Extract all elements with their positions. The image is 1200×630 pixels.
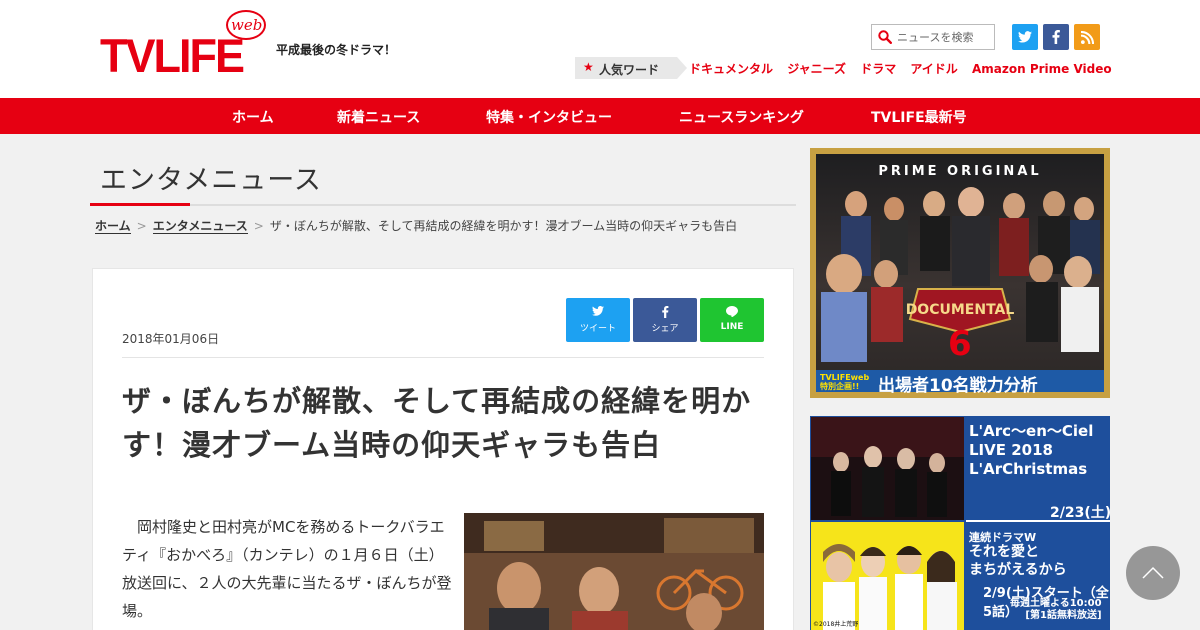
rss-link[interactable]	[1074, 24, 1100, 50]
breadcrumb-home[interactable]: ホーム	[95, 219, 131, 234]
breadcrumb-current: ザ・ぼんちが解散、そして再結成の経緯を明かす！漫才ブーム当時の仰天ギャラも告白	[269, 219, 738, 233]
popular-word-link[interactable]: アイドル	[910, 62, 957, 76]
banner-inner: DOCUMENTAL PRIME ORIGINAL 6 TVLIFEweb 特別…	[816, 154, 1104, 396]
banner-larc-photo	[811, 417, 964, 520]
banner-text-line: LIVE 2018	[969, 441, 1053, 459]
search-input[interactable]	[897, 28, 992, 46]
banner-season-number: 6	[948, 324, 972, 364]
banner-text-line: それを愛と	[969, 544, 1039, 560]
share-twitter-button[interactable]: ツイート	[566, 298, 630, 342]
global-nav: ホーム 新着ニュース 特集・インタビュー ニュースランキング TVLIFE最新号	[0, 98, 1200, 134]
banner-caption-strip: TVLIFEweb 特別企画!! 出場者10名戦力分析	[816, 370, 1104, 396]
back-to-top-button[interactable]	[1126, 546, 1180, 600]
section-divider-accent	[90, 203, 190, 206]
sidebar-banner-documental[interactable]: DOCUMENTAL PRIME ORIGINAL 6 TVLIFEweb 特別…	[810, 148, 1110, 398]
chevron-up-icon	[1142, 566, 1164, 579]
banner-divider	[966, 520, 1110, 522]
site-logo[interactable]: TVLIFE web	[100, 10, 270, 82]
banner-text-line: [第1話無料放送]	[1025, 610, 1102, 621]
twitter-link[interactable]	[1012, 24, 1038, 50]
popular-word-link[interactable]: ドキュメンタル	[689, 62, 773, 76]
site-tagline: 平成最後の冬ドラマ！	[276, 43, 397, 57]
share-facebook-label: シェア	[651, 324, 679, 334]
banner-drama-photo	[811, 522, 964, 630]
article-date: 2018年01月06日	[122, 332, 220, 346]
banner-small-text: TVLIFEweb 特別企画!!	[820, 373, 870, 391]
svg-text:DOCUMENTAL: DOCUMENTAL	[906, 302, 1015, 318]
banner-drama-schedule: 毎週土曜よる10:00 [第1話無料放送]	[1010, 598, 1102, 622]
popular-words-label: ★ 人気ワード	[575, 57, 687, 79]
share-facebook-button[interactable]: シェア	[633, 298, 697, 342]
nav-item-latest-issue[interactable]: TVLIFE最新号	[871, 107, 967, 127]
article-body: 岡村隆史と田村亮がMCを務めるトークバラエティ『おかべろ』（カンテレ）の１月６日…	[122, 518, 452, 620]
site-header: TVLIFE web 平成最後の冬ドラマ！ ★ 人気ワード ドキュメンタル ジャ…	[0, 0, 1200, 98]
drama-photo-illustration	[811, 522, 964, 630]
share-line-button[interactable]: LINE	[700, 298, 764, 342]
facebook-icon	[1052, 30, 1060, 44]
popular-words-list: ドキュメンタル ジャニーズ ドラマ アイドル Amazon Prime Vide…	[689, 60, 1122, 77]
share-twitter-label: ツイート	[579, 324, 616, 334]
article-photo	[464, 513, 764, 630]
section-divider	[90, 204, 796, 206]
facebook-icon	[662, 306, 669, 318]
popular-word-link[interactable]: Amazon Prime Video	[972, 62, 1112, 76]
nav-item-features[interactable]: 特集・インタビュー	[486, 107, 612, 127]
banner-prime-original: PRIME ORIGINAL	[878, 164, 1042, 179]
banner-text-line: 毎週土曜よる10:00	[1010, 598, 1102, 609]
search-box[interactable]	[871, 24, 995, 50]
rss-icon	[1080, 30, 1094, 44]
banner-drama-title: それを愛と まちがえるから	[969, 543, 1067, 579]
larc-photo-illustration	[811, 417, 964, 520]
sidebar-banner-wowow[interactable]: L'Arc〜en〜Ciel LIVE 2018 L'ArChristmas 2/…	[810, 416, 1110, 630]
star-icon: ★	[583, 60, 594, 74]
section-title: エンタメニュース	[100, 165, 322, 196]
article-photo-scene	[464, 513, 764, 630]
banner-larc-title: L'Arc〜en〜Ciel LIVE 2018 L'ArChristmas	[969, 422, 1093, 479]
banner-big-text: 出場者10名戦力分析	[878, 376, 1038, 396]
breadcrumb-category[interactable]: エンタメニュース	[152, 219, 248, 234]
breadcrumb-separator: >	[253, 219, 264, 233]
twitter-icon	[592, 306, 604, 316]
facebook-link[interactable]	[1043, 24, 1069, 50]
banner-text-line: まちがえるから	[969, 562, 1067, 578]
popular-word-link[interactable]: ドラマ	[860, 62, 896, 76]
article-card: 2018年01月06日 ツイート シェア LINE ザ・ぼんちが解散、そして再結…	[92, 268, 794, 630]
logo-web-text: web	[231, 16, 263, 34]
nav-item-home[interactable]: ホーム	[232, 107, 274, 127]
popular-word-link[interactable]: ジャニーズ	[787, 62, 846, 76]
share-line-label: LINE	[720, 322, 744, 332]
breadcrumb: ホーム > エンタメニュース > ザ・ぼんちが解散、そして再結成の経緯を明かす！漫才ブー…	[95, 217, 737, 234]
banner-text-line: L'ArChristmas	[969, 460, 1088, 478]
breadcrumb-separator: >	[136, 219, 147, 233]
nav-item-ranking[interactable]: ニュースランキング	[679, 107, 804, 127]
article-headline: ザ・ぼんちが解散、そして再結成の経緯を明かす！漫才ブーム当時の仰天ギャラも告白	[122, 384, 752, 462]
article-divider	[122, 357, 764, 358]
nav-item-new-news[interactable]: 新着ニュース	[337, 107, 420, 127]
search-icon[interactable]	[878, 30, 892, 44]
twitter-icon	[1018, 31, 1032, 43]
banner-text-line: L'Arc〜en〜Ciel	[969, 422, 1094, 440]
banner-copyright: ©2018井上荒野	[813, 621, 859, 628]
line-icon	[726, 306, 738, 317]
banner-larc-date: 2/23(土)	[1050, 505, 1110, 521]
logo-text: TVLIFE	[100, 28, 245, 83]
